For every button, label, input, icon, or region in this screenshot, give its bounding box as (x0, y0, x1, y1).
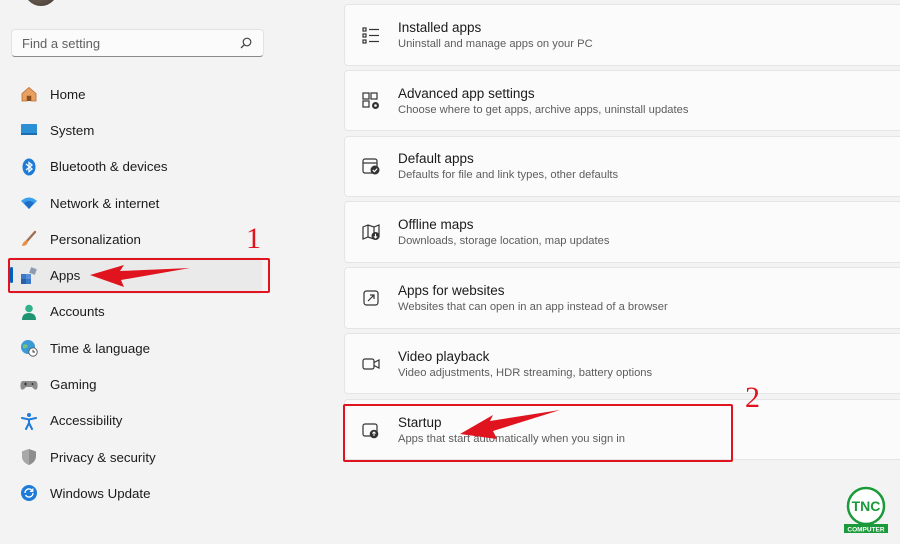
logo-subtext: COMPUTER (847, 526, 885, 533)
tnc-computer-logo: TNC COMPUTER (842, 486, 890, 536)
arrow-to-startup (460, 410, 560, 439)
logo-text: TNC (852, 498, 881, 514)
